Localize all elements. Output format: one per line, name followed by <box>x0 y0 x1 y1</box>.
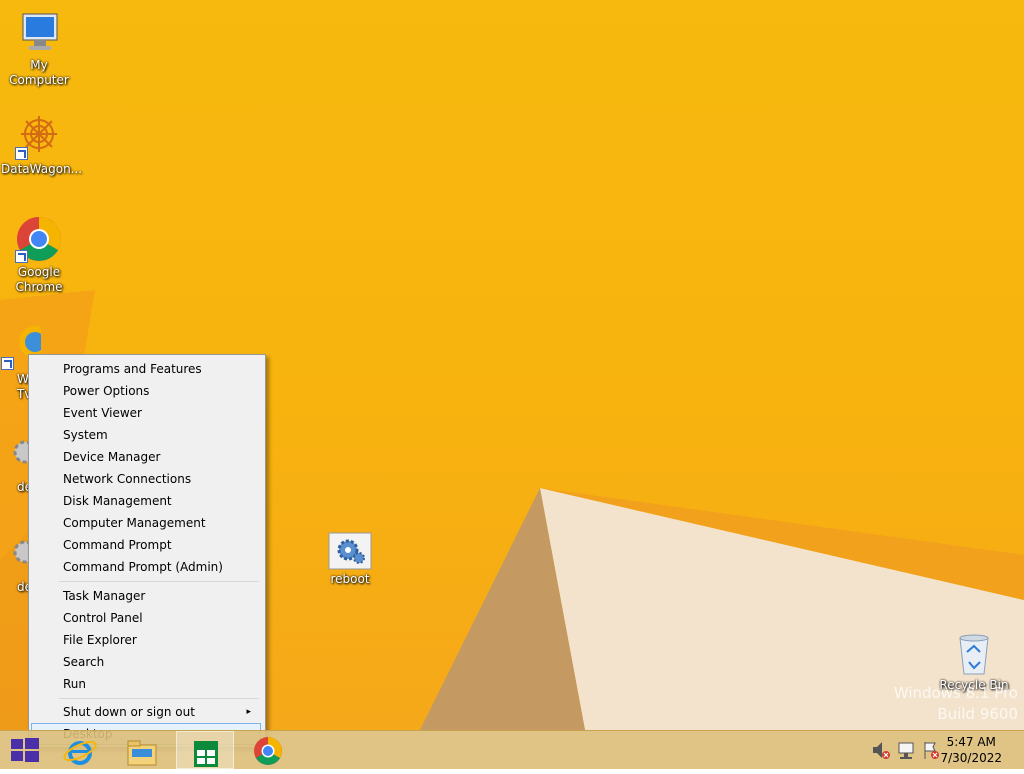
internet-explorer-icon <box>63 740 97 765</box>
menu-item-network-connections[interactable]: Network Connections <box>31 468 261 490</box>
menu-item-command-prompt[interactable]: Command Prompt <box>31 534 261 556</box>
watermark-build: Build 9600 <box>937 705 1018 723</box>
volume-muted-icon[interactable] <box>870 731 892 769</box>
datawagon-icon <box>15 112 63 160</box>
file-explorer-icon <box>127 740 157 766</box>
chrome-icon <box>15 215 63 263</box>
desktop-icon-label: Google Chrome <box>15 265 63 294</box>
start-button[interactable] <box>0 731 50 769</box>
menu-item-label: Shut down or sign out <box>63 705 195 719</box>
desktop-icon-my-computer[interactable]: My Computer <box>1 8 77 88</box>
power-user-menu: Programs and Features Power Options Even… <box>28 354 266 748</box>
menu-item-event-viewer[interactable]: Event Viewer <box>31 402 261 424</box>
taskbar-internet-explorer[interactable] <box>58 731 102 769</box>
taskbar-file-explorer[interactable] <box>120 731 164 769</box>
desktop-icon-datawagon[interactable]: DataWagon... <box>1 112 83 177</box>
windows-version-watermark: Windows 8.1 Pro Build 9600 <box>894 683 1018 725</box>
menu-item-control-panel[interactable]: Control Panel <box>31 607 261 629</box>
shortcut-arrow-icon <box>1 357 14 370</box>
menu-item-shut-down-or-sign-out[interactable]: Shut down or sign out ▸ <box>31 701 261 723</box>
menu-item-run[interactable]: Run <box>31 673 261 695</box>
menu-separator <box>59 581 259 582</box>
menu-item-power-options[interactable]: Power Options <box>31 380 261 402</box>
menu-separator <box>59 698 259 699</box>
store-icon <box>194 741 218 767</box>
taskbar-clock[interactable]: 5:47 AM 7/30/2022 <box>940 734 1002 766</box>
desktop-icon-label: reboot <box>330 572 370 586</box>
shortcut-arrow-icon <box>15 147 28 160</box>
chrome-icon <box>254 737 282 765</box>
reboot-gear-icon <box>328 532 372 570</box>
computer-icon <box>15 8 63 56</box>
desktop-icon-label: My Computer <box>9 58 69 87</box>
menu-item-file-explorer[interactable]: File Explorer <box>31 629 261 651</box>
desktop-icon-google-chrome[interactable]: Google Chrome <box>1 215 77 295</box>
menu-item-command-prompt-admin[interactable]: Command Prompt (Admin) <box>31 556 261 578</box>
network-icon[interactable] <box>895 731 917 769</box>
windows-logo-icon <box>11 738 39 762</box>
clock-time: 5:47 AM <box>946 735 996 749</box>
recycle-bin-icon <box>950 630 998 676</box>
shortcut-arrow-icon <box>15 250 28 263</box>
menu-item-system[interactable]: System <box>31 424 261 446</box>
submenu-arrow-icon: ▸ <box>246 707 251 717</box>
clock-date: 7/30/2022 <box>940 751 1002 765</box>
menu-item-computer-management[interactable]: Computer Management <box>31 512 261 534</box>
menu-item-disk-management[interactable]: Disk Management <box>31 490 261 512</box>
menu-item-device-manager[interactable]: Device Manager <box>31 446 261 468</box>
desktop-icon-label: DataWagon... <box>1 162 83 176</box>
taskbar: 5:47 AM 7/30/2022 <box>0 730 1024 769</box>
taskbar-chrome[interactable] <box>246 731 290 769</box>
menu-item-task-manager[interactable]: Task Manager <box>31 585 261 607</box>
desktop-icon-reboot[interactable]: reboot <box>312 532 388 587</box>
menu-item-programs-and-features[interactable]: Programs and Features <box>31 358 261 380</box>
action-center-flag-icon[interactable] <box>920 731 942 769</box>
menu-item-search[interactable]: Search <box>31 651 261 673</box>
watermark-edition: Windows 8.1 Pro <box>893 684 1018 702</box>
taskbar-store[interactable] <box>176 731 234 769</box>
